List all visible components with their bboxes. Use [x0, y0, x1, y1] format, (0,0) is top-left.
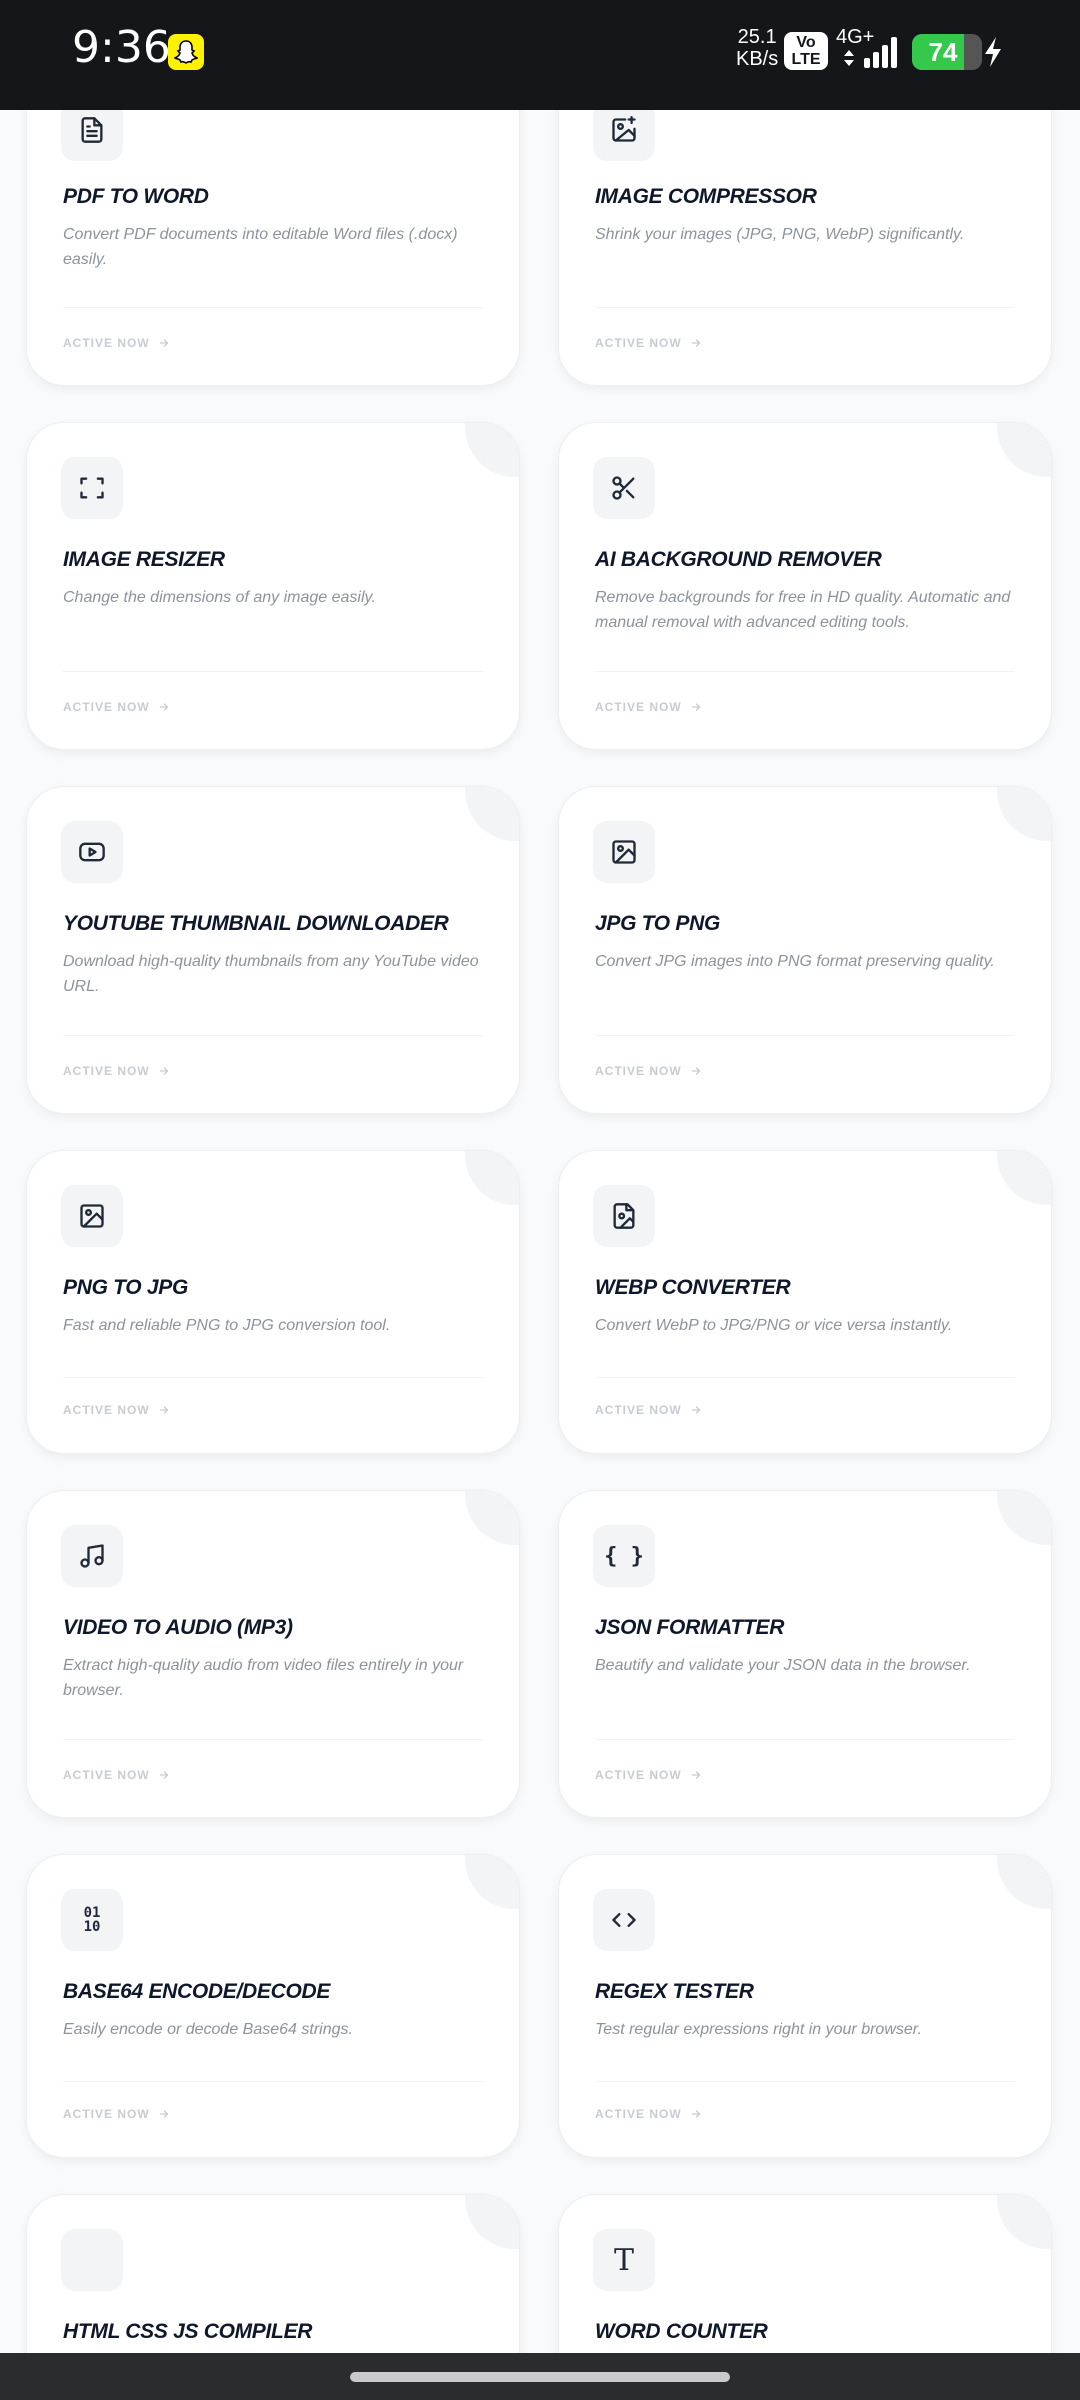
- divider: [595, 1739, 1015, 1740]
- divider: [595, 671, 1015, 672]
- arrow-right-icon: [159, 2110, 169, 2118]
- snapchat-notification-icon: [168, 34, 204, 70]
- volte-badge: Vo LTE: [784, 32, 828, 70]
- tool-description: Convert PDF documents into editable Word…: [63, 226, 458, 268]
- tool-description: Test regular expressions right in your b…: [595, 2021, 922, 2038]
- scissors-icon: [593, 457, 655, 519]
- tool-title: WEBP CONVERTER: [595, 1276, 791, 1299]
- tool-title: HTML CSS JS COMPILER: [63, 2320, 313, 2343]
- network-speed: 25.1 KB/s: [736, 26, 779, 70]
- status-bar: 9:36 25.1 KB/s Vo LTE 4G+ 74: [0, 0, 1080, 110]
- status-link[interactable]: ACTIVE NOW: [63, 700, 170, 714]
- tool-description: Download high-quality thumbnails from an…: [63, 953, 479, 995]
- status-link[interactable]: ACTIVE NOW: [63, 336, 170, 350]
- charging-icon: [985, 37, 1001, 67]
- tool-card-webp-converter[interactable]: WEBP CONVERTER Convert WebP to JPG/PNG o…: [558, 1150, 1052, 1454]
- status-link[interactable]: ACTIVE NOW: [63, 1768, 170, 1782]
- resize-icon: [61, 457, 123, 519]
- arrow-right-icon: [691, 1067, 701, 1075]
- arrow-right-icon: [691, 339, 701, 347]
- arrow-right-icon: [159, 339, 169, 347]
- file-image-icon: [593, 1185, 655, 1247]
- image-icon: [61, 1185, 123, 1247]
- divider: [595, 307, 1015, 308]
- home-gesture-handle[interactable]: [350, 2372, 730, 2382]
- tool-title: VIDEO TO AUDIO (MP3): [63, 1616, 293, 1639]
- tool-title: AI BACKGROUND REMOVER: [595, 548, 882, 571]
- arrow-right-icon: [691, 703, 701, 711]
- status-link[interactable]: ACTIVE NOW: [63, 1064, 170, 1078]
- tool-description: Convert JPG images into PNG format prese…: [595, 953, 995, 970]
- braces-icon: { }: [593, 1525, 655, 1587]
- battery-indicator: 74: [912, 34, 982, 70]
- code-icon: [593, 1889, 655, 1951]
- tool-description: Remove backgrounds for free in HD qualit…: [595, 589, 1011, 631]
- tool-title: BASE64 ENCODE/DECODE: [63, 1980, 331, 2003]
- blank-icon: [61, 2229, 123, 2291]
- tool-card-regex-tester[interactable]: REGEX TESTER Test regular expressions ri…: [558, 1854, 1052, 2158]
- tool-card-png-to-jpg[interactable]: PNG TO JPG Fast and reliable PNG to JPG …: [26, 1150, 520, 1454]
- tool-description: Shrink your images (JPG, PNG, WebP) sign…: [595, 226, 965, 243]
- tool-title: JSON FORMATTER: [595, 1616, 785, 1639]
- arrow-right-icon: [159, 703, 169, 711]
- tool-title: PNG TO JPG: [63, 1276, 188, 1299]
- status-link[interactable]: ACTIVE NOW: [595, 2107, 702, 2121]
- arrow-right-icon: [691, 1406, 701, 1414]
- divider: [63, 307, 483, 308]
- tool-description: Convert WebP to JPG/PNG or vice versa in…: [595, 1317, 953, 1334]
- tool-description: Extract high-quality audio from video fi…: [63, 1657, 464, 1699]
- divider: [63, 1377, 483, 1378]
- tool-title: IMAGE RESIZER: [63, 548, 225, 571]
- arrow-right-icon: [159, 1406, 169, 1414]
- image-icon: [593, 821, 655, 883]
- divider: [595, 1377, 1015, 1378]
- tool-card-image-resizer[interactable]: IMAGE RESIZER Change the dimensions of a…: [26, 422, 520, 750]
- tool-card-json-formatter[interactable]: { } JSON FORMATTER Beautify and validate…: [558, 1490, 1052, 1818]
- tool-title: JPG TO PNG: [595, 912, 720, 935]
- tool-card-video-to-audio[interactable]: VIDEO TO AUDIO (MP3) Extract high-qualit…: [26, 1490, 520, 1818]
- divider: [595, 2081, 1015, 2082]
- tool-title: WORD COUNTER: [595, 2320, 768, 2343]
- arrow-right-icon: [691, 2110, 701, 2118]
- signal-icon: [844, 37, 897, 68]
- arrow-right-icon: [691, 1771, 701, 1779]
- tool-description: Fast and reliable PNG to JPG conversion …: [63, 1317, 391, 1334]
- arrow-right-icon: [159, 1067, 169, 1075]
- music-icon: [61, 1525, 123, 1587]
- battery-percent: 74: [928, 37, 958, 67]
- youtube-icon: [61, 821, 123, 883]
- tool-title: YOUTUBE THUMBNAIL DOWNLOADER: [63, 912, 449, 935]
- tool-title: PDF TO WORD: [63, 185, 209, 208]
- status-link[interactable]: ACTIVE NOW: [595, 1403, 702, 1417]
- divider: [63, 671, 483, 672]
- tool-description: Change the dimensions of any image easil…: [63, 589, 376, 606]
- status-link[interactable]: ACTIVE NOW: [595, 1768, 702, 1782]
- clock: 9:36: [72, 22, 171, 73]
- status-link[interactable]: ACTIVE NOW: [595, 1064, 702, 1078]
- divider: [63, 2081, 483, 2082]
- tool-description: Beautify and validate your JSON data in …: [595, 1657, 971, 1674]
- status-link[interactable]: ACTIVE NOW: [595, 336, 702, 350]
- binary-icon: 01 10: [61, 1889, 123, 1951]
- tool-card-ai-background-remover[interactable]: AI BACKGROUND REMOVER Remove backgrounds…: [558, 422, 1052, 750]
- tool-title: IMAGE COMPRESSOR: [595, 185, 817, 208]
- arrow-right-icon: [159, 1771, 169, 1779]
- tool-grid: PDF TO WORD Convert PDF documents into e…: [0, 0, 1080, 2400]
- type-icon: T: [593, 2229, 655, 2291]
- tool-title: REGEX TESTER: [595, 1980, 754, 2003]
- tool-card-jpg-to-png[interactable]: JPG TO PNG Convert JPG images into PNG f…: [558, 786, 1052, 1114]
- divider: [63, 1739, 483, 1740]
- divider: [595, 1035, 1015, 1036]
- divider: [63, 1035, 483, 1036]
- tool-card-youtube-thumbnail-downloader[interactable]: YOUTUBE THUMBNAIL DOWNLOADER Download hi…: [26, 786, 520, 1114]
- status-link[interactable]: ACTIVE NOW: [595, 700, 702, 714]
- system-nav-bar: [0, 2353, 1080, 2400]
- tool-card-base64[interactable]: 01 10 BASE64 ENCODE/DECODE Easily encode…: [26, 1854, 520, 2158]
- tool-description: Easily encode or decode Base64 strings.: [63, 2021, 353, 2038]
- status-link[interactable]: ACTIVE NOW: [63, 1403, 170, 1417]
- status-link[interactable]: ACTIVE NOW: [63, 2107, 170, 2121]
